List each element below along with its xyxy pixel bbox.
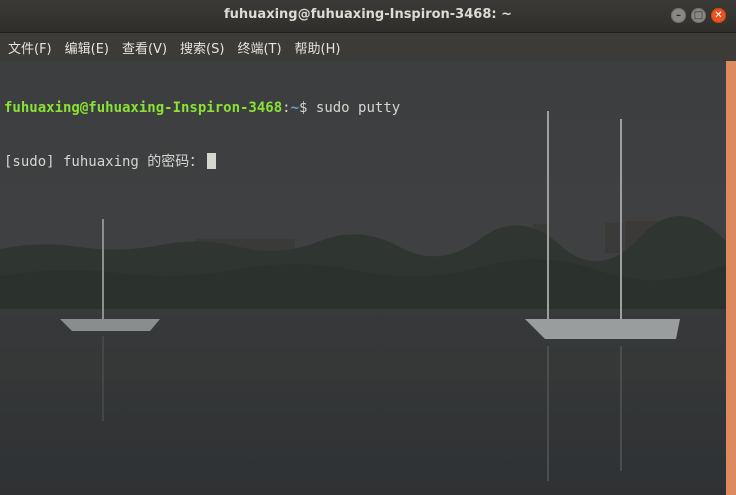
window-controls: – □ ✕ (671, 8, 726, 23)
maximize-button[interactable]: □ (691, 8, 706, 23)
menu-file[interactable]: 文件(F) (8, 38, 52, 57)
menu-help[interactable]: 帮助(H) (295, 38, 341, 57)
sudo-password-prompt: [sudo] fuhuaxing 的密码： (4, 154, 204, 170)
menu-edit[interactable]: 编辑(E) (65, 38, 109, 57)
typed-command: sudo putty (307, 100, 401, 116)
command-line: fuhuaxing@fuhuaxing-Inspiron-3468:~$ sud… (4, 99, 400, 117)
window-title: fuhuaxing@fuhuaxing-Inspiron-3468: ~ (224, 7, 512, 22)
minimize-button[interactable]: – (671, 8, 686, 23)
menu-view[interactable]: 查看(V) (122, 38, 167, 57)
terminal-output: fuhuaxing@fuhuaxing-Inspiron-3468:~$ sud… (4, 63, 400, 207)
title-bar[interactable]: fuhuaxing@fuhuaxing-Inspiron-3468: ~ – □… (0, 0, 736, 33)
terminal-area[interactable]: fuhuaxing@fuhuaxing-Inspiron-3468:~$ sud… (0, 61, 726, 495)
scrollbar[interactable] (726, 61, 736, 495)
password-prompt-line: [sudo] fuhuaxing 的密码： (4, 153, 400, 171)
prompt-user-host: fuhuaxing@fuhuaxing-Inspiron-3468 (4, 100, 283, 116)
prompt-path: ~ (290, 100, 300, 116)
menu-bar: 文件(F) 编辑(E) 查看(V) 搜索(S) 终端(T) 帮助(H) (0, 33, 736, 61)
text-cursor (207, 153, 217, 169)
menu-search[interactable]: 搜索(S) (180, 38, 224, 57)
menu-terminal[interactable]: 终端(T) (237, 38, 281, 57)
terminal-window: fuhuaxing@fuhuaxing-Inspiron-3468: ~ – □… (0, 0, 736, 495)
prompt-separator: : (282, 100, 291, 116)
close-button[interactable]: ✕ (711, 8, 726, 23)
